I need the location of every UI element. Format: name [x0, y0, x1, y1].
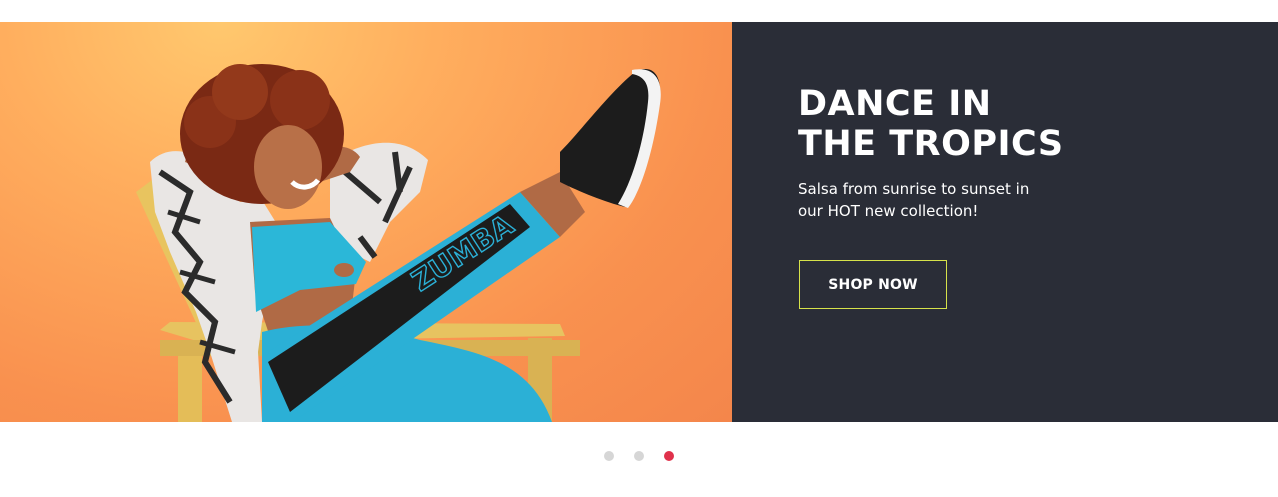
- page: ZUMBA DANCE IN THE TROPICS Salsa from su…: [0, 0, 1278, 497]
- headline-line-2: THE TROPICS: [798, 124, 1064, 164]
- hero-image[interactable]: ZUMBA: [0, 22, 732, 422]
- carousel-dots: [604, 451, 674, 461]
- face: [254, 125, 322, 209]
- promo-panel: DANCE IN THE TROPICS Salsa from sunrise …: [732, 22, 1278, 422]
- headline: DANCE IN THE TROPICS: [798, 84, 1064, 164]
- shop-now-button[interactable]: SHOP NOW: [799, 260, 947, 309]
- carousel-dot-2[interactable]: [634, 451, 644, 461]
- carousel-dot-3-active[interactable]: [664, 451, 674, 461]
- hero-illustration: ZUMBA: [136, 64, 661, 422]
- carousel-dot-1[interactable]: [604, 451, 614, 461]
- sneaker: [560, 69, 661, 208]
- hero-banner: ZUMBA DANCE IN THE TROPICS Salsa from su…: [0, 22, 1278, 422]
- headline-line-1: DANCE IN: [798, 84, 992, 124]
- promo-subtext: Salsa from sunrise to sunset in our HOT …: [798, 180, 1030, 220]
